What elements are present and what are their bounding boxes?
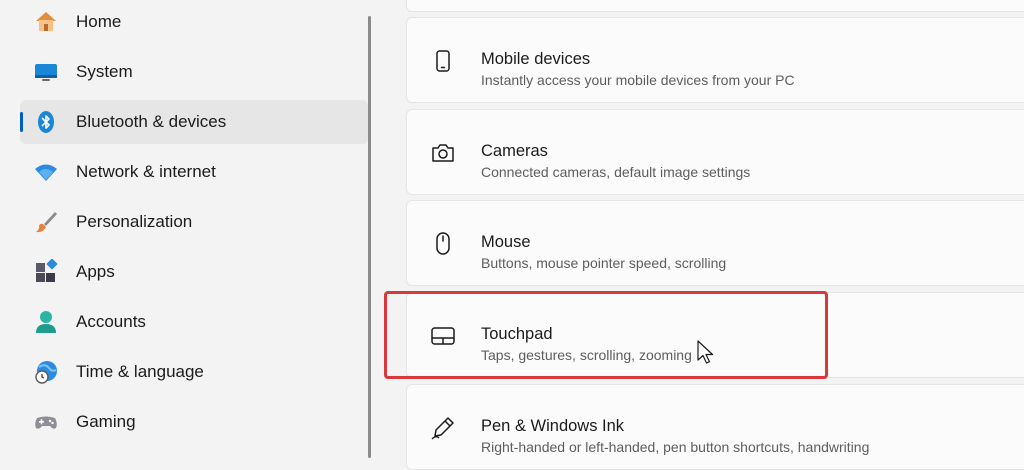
mouse-icon — [429, 230, 457, 258]
sidebar-item-label: Accounts — [76, 312, 146, 331]
sidebar-item-gaming[interactable]: Gaming — [20, 400, 368, 444]
sidebar-item-bluetooth-devices[interactable]: Bluetooth & devices — [20, 100, 368, 144]
brush-icon — [32, 208, 60, 236]
sidebar-item-apps[interactable]: Apps — [20, 250, 368, 294]
sidebar-item-label: Gaming — [76, 412, 136, 431]
sidebar-item-label: Home — [76, 12, 122, 31]
gamepad-icon — [32, 408, 60, 436]
card-cameras[interactable]: Cameras Connected cameras, default image… — [406, 109, 1024, 195]
sidebar-item-accounts[interactable]: Accounts — [20, 300, 368, 344]
sidebar-item-system[interactable]: System — [20, 50, 368, 94]
card-mobile-devices[interactable]: Mobile devices Instantly access your mob… — [406, 17, 1024, 103]
card-subtitle: Instantly access your mobile devices fro… — [481, 72, 795, 88]
sidebar-item-label: Time & language — [76, 362, 204, 381]
selection-indicator — [20, 112, 23, 132]
card-subtitle: Buttons, mouse pointer speed, scrolling — [481, 255, 727, 271]
card-title: Mouse — [481, 233, 531, 251]
card-title: Mobile devices — [481, 50, 591, 68]
card-subtitle: Right-handed or left-handed, pen button … — [481, 439, 870, 455]
sidebar-nav: Home System Bluetooth & devices Network … — [0, 0, 372, 458]
account-icon — [32, 308, 60, 336]
system-icon — [32, 58, 60, 86]
sidebar-scrollbar[interactable] — [368, 16, 371, 458]
apps-icon — [32, 258, 60, 286]
card-subtitle: Connected cameras, default image setting… — [481, 164, 751, 180]
pen-icon — [429, 414, 457, 442]
phone-icon — [429, 47, 457, 75]
sidebar-item-label: System — [76, 62, 133, 81]
bluetooth-icon — [32, 108, 60, 136]
sidebar-item-personalization[interactable]: Personalization — [20, 200, 368, 244]
card-pen-windows-ink[interactable]: Pen & Windows Ink Right-handed or left-h… — [406, 384, 1024, 470]
card-title: Pen & Windows Ink — [481, 417, 625, 435]
wifi-icon — [32, 158, 60, 186]
home-icon — [32, 8, 60, 36]
sidebar-item-label: Network & internet — [76, 162, 216, 181]
sidebar-item-label: Apps — [76, 262, 115, 281]
camera-icon — [429, 139, 457, 167]
sidebar-item-time-language[interactable]: Time & language — [20, 350, 368, 394]
globe-clock-icon — [32, 358, 60, 386]
card-mouse[interactable]: Mouse Buttons, mouse pointer speed, scro… — [406, 200, 1024, 286]
mouse-cursor-icon — [697, 340, 715, 371]
card-title: Cameras — [481, 142, 548, 160]
settings-card-partial[interactable] — [406, 0, 1024, 12]
touchpad-highlight-box — [384, 291, 828, 379]
sidebar-item-label: Bluetooth & devices — [76, 112, 227, 131]
sidebar-item-home[interactable]: Home — [20, 0, 368, 44]
sidebar-item-label: Personalization — [76, 212, 193, 231]
sidebar-item-network-internet[interactable]: Network & internet — [20, 150, 368, 194]
